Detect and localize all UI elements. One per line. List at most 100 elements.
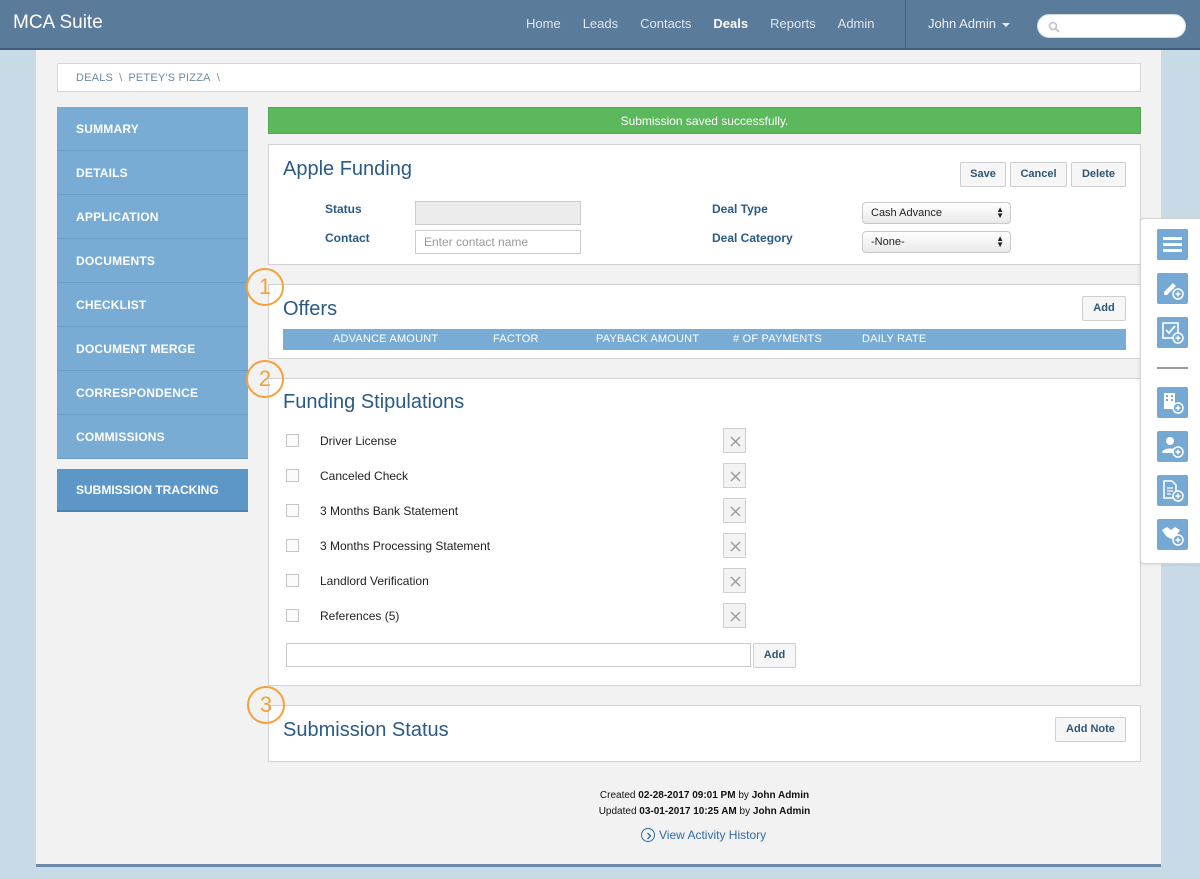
stipulation-checkbox[interactable] bbox=[286, 539, 299, 552]
nav-leads[interactable]: Leads bbox=[573, 0, 628, 48]
checklist-add-icon bbox=[1162, 322, 1184, 344]
sidebar-item-checklist[interactable]: CHECKLIST bbox=[57, 283, 248, 327]
updated-prefix: Updated bbox=[598, 806, 637, 817]
close-icon bbox=[730, 506, 741, 517]
view-activity-history-link[interactable]: View Activity History bbox=[641, 827, 767, 843]
nav-deals[interactable]: Deals bbox=[703, 0, 758, 48]
search-input[interactable] bbox=[1037, 14, 1186, 38]
cancel-button[interactable]: Cancel bbox=[1010, 162, 1067, 187]
column-daily-rate: DAILY RATE bbox=[862, 333, 927, 345]
remove-stipulation-button[interactable] bbox=[723, 463, 746, 488]
stipulation-checkbox[interactable] bbox=[286, 574, 299, 587]
annotation-marker-1: 1 bbox=[246, 268, 284, 306]
top-navbar: MCA Suite Home Leads Contacts Deals Repo… bbox=[0, 0, 1200, 50]
nav-admin[interactable]: Admin bbox=[828, 0, 885, 48]
user-add-icon bbox=[1162, 437, 1184, 458]
success-alert: Submission saved successfully. bbox=[268, 107, 1141, 134]
main-nav: Home Leads Contacts Deals Reports Admin bbox=[516, 0, 887, 48]
list-button[interactable] bbox=[1157, 229, 1188, 260]
new-deal-button[interactable] bbox=[1157, 519, 1188, 550]
search-icon bbox=[1048, 21, 1060, 33]
close-icon bbox=[730, 611, 741, 622]
stipulation-label: Driver License bbox=[320, 434, 397, 448]
offers-table-header: ADVANCE AMOUNT FACTOR PAYBACK AMOUNT # O… bbox=[283, 329, 1126, 350]
column-factor: FACTOR bbox=[493, 333, 539, 345]
new-stipulation-input[interactable] bbox=[286, 643, 751, 667]
remove-stipulation-button[interactable] bbox=[723, 603, 746, 628]
new-note-button[interactable] bbox=[1157, 273, 1188, 304]
brand-logo[interactable]: MCA Suite bbox=[13, 12, 103, 34]
stipulation-label: Landlord Verification bbox=[320, 574, 429, 588]
updated-date: 03-01-2017 10:25 AM bbox=[639, 806, 737, 817]
new-document-button[interactable] bbox=[1157, 475, 1188, 506]
submission-title: Apple Funding bbox=[283, 158, 412, 180]
sidebar-item-details[interactable]: DETAILS bbox=[57, 151, 248, 195]
toolbar-divider bbox=[1157, 367, 1188, 369]
deal-type-value: Cash Advance bbox=[871, 207, 942, 219]
created-prefix: Created bbox=[599, 790, 636, 801]
stipulation-checkbox[interactable] bbox=[286, 504, 299, 517]
stipulation-label: Canceled Check bbox=[320, 469, 409, 483]
new-contact-button[interactable] bbox=[1157, 431, 1188, 462]
annotation-marker-2: 2 bbox=[246, 360, 284, 398]
stipulation-label: 3 Months Processing Statement bbox=[320, 539, 491, 553]
sidebar-item-commissions[interactable]: COMMISSIONS bbox=[57, 415, 248, 459]
document-add-icon bbox=[1163, 480, 1184, 502]
user-menu[interactable]: John Admin bbox=[928, 16, 1010, 31]
contact-label: Contact bbox=[325, 231, 370, 245]
sidebar-item-summary[interactable]: SUMMARY bbox=[57, 107, 248, 151]
sidebar-item-document-merge[interactable]: DOCUMENT MERGE bbox=[57, 327, 248, 371]
contact-field[interactable]: Enter contact name bbox=[415, 230, 581, 254]
updated-info: Updated 03-01-2017 10:25 AM by John Admi… bbox=[268, 806, 1141, 817]
deal-category-select[interactable]: -None- ▲ ▼ bbox=[862, 231, 1011, 253]
breadcrumb-separator: \ bbox=[119, 72, 123, 84]
breadcrumb-deals[interactable]: DEALS bbox=[76, 72, 113, 84]
select-arrows-icon: ▲ ▼ bbox=[996, 205, 1004, 220]
view-activity-history-label: View Activity History bbox=[659, 828, 767, 842]
created-by-word: by bbox=[738, 790, 749, 801]
deal-category-label: Deal Category bbox=[712, 231, 793, 245]
save-button[interactable]: Save bbox=[960, 162, 1006, 187]
breadcrumb: DEALS \ PETEY'S PIZZA \ bbox=[57, 63, 1141, 92]
breadcrumb-deal[interactable]: PETEY'S PIZZA bbox=[128, 72, 210, 84]
updated-by-word: by bbox=[739, 806, 751, 817]
new-company-button[interactable] bbox=[1157, 387, 1188, 418]
column-number-of-payments: # OF PAYMENTS bbox=[733, 333, 822, 345]
close-icon bbox=[730, 576, 741, 587]
updated-by: John Admin bbox=[752, 806, 811, 817]
building-add-icon bbox=[1164, 393, 1184, 414]
stipulation-label: 3 Months Bank Statement bbox=[320, 504, 459, 518]
nav-reports[interactable]: Reports bbox=[760, 0, 826, 48]
stipulation-checkbox[interactable] bbox=[286, 434, 299, 447]
status-field bbox=[415, 201, 581, 225]
deal-type-select[interactable]: Cash Advance ▲ ▼ bbox=[862, 202, 1011, 224]
nav-home[interactable]: Home bbox=[516, 0, 571, 48]
handshake-add-icon bbox=[1162, 527, 1184, 546]
new-task-button[interactable] bbox=[1157, 317, 1188, 348]
remove-stipulation-button[interactable] bbox=[723, 428, 746, 453]
stipulation-checkbox[interactable] bbox=[286, 609, 299, 622]
nav-contacts[interactable]: Contacts bbox=[630, 0, 701, 48]
add-stipulation-button[interactable]: Add bbox=[753, 643, 796, 668]
annotation-marker-3: 3 bbox=[247, 686, 285, 724]
deal-type-label: Deal Type bbox=[712, 202, 768, 216]
list-icon bbox=[1163, 237, 1182, 252]
remove-stipulation-button[interactable] bbox=[723, 498, 746, 523]
sidebar-item-application[interactable]: APPLICATION bbox=[57, 195, 248, 239]
page-bottom-border bbox=[36, 864, 1161, 867]
user-name: John Admin bbox=[928, 16, 996, 31]
sidebar-item-documents[interactable]: DOCUMENTS bbox=[57, 239, 248, 283]
remove-stipulation-button[interactable] bbox=[723, 568, 746, 593]
chevron-down-icon bbox=[1001, 22, 1010, 27]
sidebar-item-correspondence[interactable]: CORRESPONDENCE bbox=[57, 371, 248, 415]
add-offer-button[interactable]: Add bbox=[1082, 296, 1126, 321]
add-note-button[interactable]: Add Note bbox=[1055, 717, 1126, 742]
contact-placeholder: Enter contact name bbox=[424, 235, 529, 249]
close-icon bbox=[730, 436, 741, 447]
delete-button[interactable]: Delete bbox=[1071, 162, 1126, 187]
close-icon bbox=[730, 471, 741, 482]
stipulation-checkbox[interactable] bbox=[286, 469, 299, 482]
remove-stipulation-button[interactable] bbox=[723, 533, 746, 558]
sidebar-item-submission-tracking[interactable]: SUBMISSION TRACKING bbox=[57, 469, 248, 512]
deal-category-value: -None- bbox=[871, 236, 905, 248]
